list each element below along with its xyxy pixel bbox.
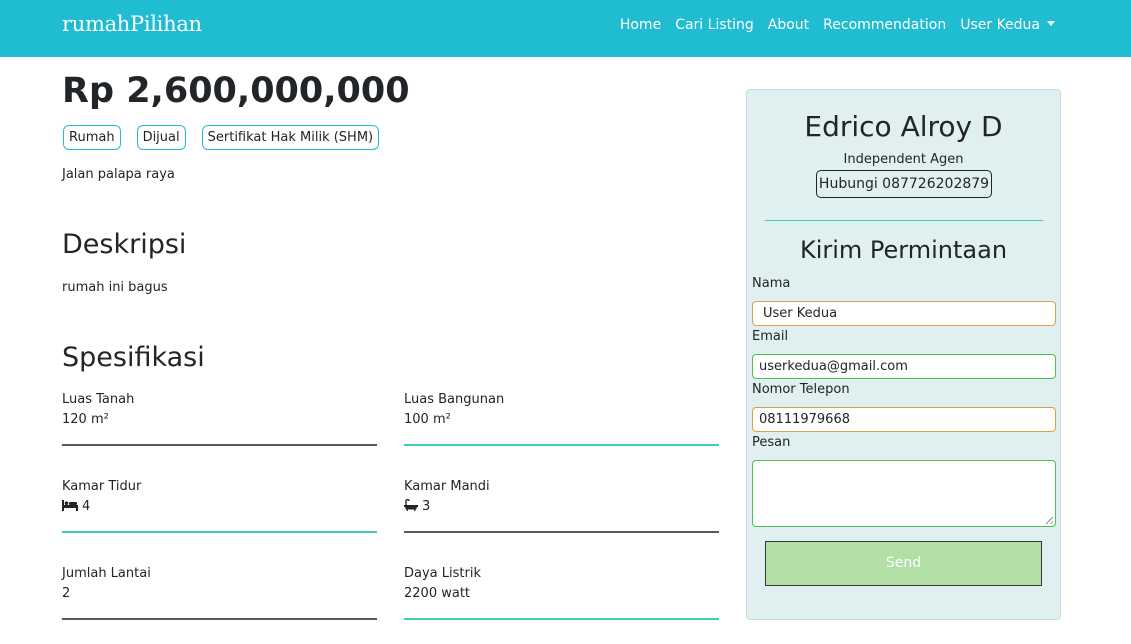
agent-role: Independent Agen [843, 152, 964, 167]
spec-label: Kamar Mandi [404, 479, 490, 494]
badge-listing-status: Dijual [136, 125, 186, 150]
spec-value-row: 4 [62, 499, 377, 515]
spec-label: Daya Listrik [404, 566, 481, 581]
phone-field[interactable]: 08111979668 [752, 407, 1056, 432]
nav-links: Home Cari Listing About Recommendation U… [620, 17, 1055, 33]
spec-kamar-mandi: Kamar Mandi 3 [404, 479, 719, 533]
bed-icon [62, 500, 78, 515]
card-divider [765, 220, 1043, 221]
contact-agent-button[interactable]: Hubungi 087726202879 [816, 170, 992, 198]
message-field[interactable] [752, 460, 1056, 527]
spec-value-row: 3 [404, 498, 719, 515]
nav-link-home[interactable]: Home [620, 17, 661, 33]
listing-address: Jalan palapa raya [62, 167, 175, 182]
email-label: Email [752, 329, 789, 344]
specs-heading: Spesifikasi [62, 342, 205, 373]
chevron-down-icon [1047, 21, 1055, 26]
spec-value: 3 [422, 499, 431, 514]
bathtub-icon [404, 498, 418, 515]
spec-value: 2 [62, 586, 71, 601]
email-field[interactable]: userkedua@gmail.com [752, 354, 1056, 379]
listing-badges: Rumah Dijual Sertifikat Hak Milik (SHM) [63, 125, 380, 150]
spec-luas-bangunan: Luas Bangunan 100 m² [404, 392, 719, 446]
listing-price: Rp 2,600,000,000 [62, 71, 410, 111]
name-label: Nama [752, 276, 791, 291]
nav-link-recommendation[interactable]: Recommendation [823, 17, 946, 33]
user-menu-label: User Kedua [960, 17, 1040, 33]
agent-name: Edrico Alroy D [804, 110, 1003, 143]
nav-link-about[interactable]: About [768, 17, 809, 33]
spec-label: Kamar Tidur [62, 479, 142, 494]
phone-label: Nomor Telepon [752, 382, 850, 397]
spec-value: 100 m² [404, 412, 451, 427]
brand-logo[interactable]: rumahPilihan [62, 12, 202, 36]
spec-jumlah-lantai: Jumlah Lantai 2 [62, 566, 377, 620]
name-field[interactable]: User Kedua [752, 301, 1056, 326]
badge-certificate: Sertifikat Hak Milik (SHM) [201, 125, 380, 150]
spec-label: Luas Tanah [62, 392, 135, 407]
spec-daya-listrik: Daya Listrik 2200 watt [404, 566, 719, 620]
spec-value: 4 [82, 499, 91, 514]
agent-contact-card: Edrico Alroy D Independent Agen Hubungi … [746, 89, 1061, 620]
message-label: Pesan [752, 435, 791, 450]
navbar: rumahPilihan Home Cari Listing About Rec… [0, 0, 1131, 57]
send-button[interactable]: Send [765, 541, 1042, 586]
spec-label: Jumlah Lantai [62, 566, 151, 581]
spec-kamar-tidur: Kamar Tidur 4 [62, 479, 377, 533]
description-text: rumah ini bagus [62, 280, 168, 295]
resize-handle-icon[interactable] [1046, 517, 1053, 524]
spec-luas-tanah: Luas Tanah 120 m² [62, 392, 377, 446]
spec-value: 120 m² [62, 412, 109, 427]
spec-label: Luas Bangunan [404, 392, 505, 407]
description-heading: Deskripsi [62, 229, 187, 260]
user-menu-dropdown[interactable]: User Kedua [960, 17, 1055, 33]
spec-value: 2200 watt [404, 586, 471, 601]
inquiry-form-title: Kirim Permintaan [799, 236, 1008, 264]
badge-property-type: Rumah [63, 125, 121, 150]
nav-link-cari-listing[interactable]: Cari Listing [675, 17, 754, 33]
